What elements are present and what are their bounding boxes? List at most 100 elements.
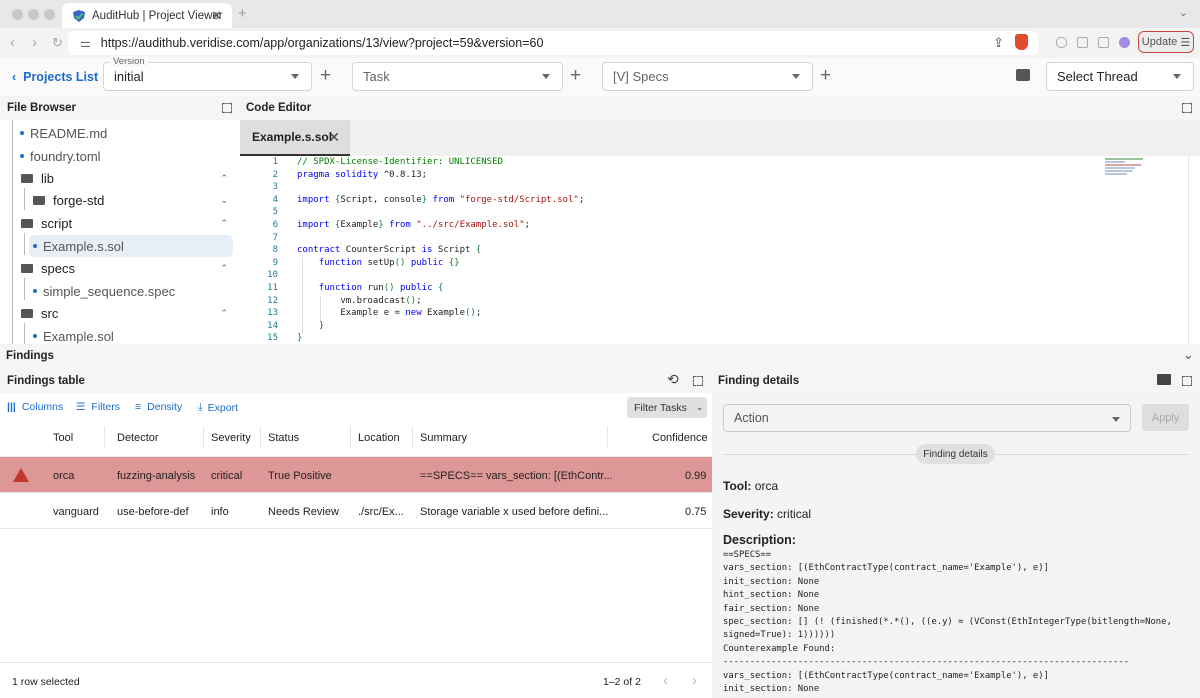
filters-label: Filters: [91, 401, 121, 413]
add-task-button[interactable]: +: [570, 65, 581, 87]
editor-tab[interactable]: Example.s.sol ✕: [240, 120, 350, 156]
columns-button[interactable]: ||| Columns: [7, 401, 63, 413]
chevron-up-icon[interactable]: ⌃: [220, 263, 228, 274]
forward-icon[interactable]: ›: [32, 34, 37, 51]
window-zoom-button[interactable]: [44, 9, 55, 20]
cell-detector: fuzzing-analysis: [117, 470, 196, 482]
projects-list-label: Projects List: [23, 70, 99, 84]
file-name: Example.sol: [43, 328, 114, 344]
fullscreen-icon[interactable]: [1182, 376, 1192, 386]
fullscreen-icon[interactable]: [693, 376, 703, 386]
finding-details-chip: Finding details: [916, 444, 995, 464]
chevron-down-icon[interactable]: ⌄: [220, 195, 228, 206]
editor-scrollbar[interactable]: [1188, 156, 1189, 344]
findings-title: Findings: [6, 350, 54, 362]
selection-count: 1 row selected: [12, 676, 80, 688]
column-header-detector[interactable]: Detector: [117, 432, 159, 444]
filter-tasks-button[interactable]: Filter Tasks ⌄: [627, 397, 707, 418]
export-button[interactable]: ⤓ Export: [198, 401, 238, 414]
chevron-up-icon[interactable]: ⌃: [220, 308, 228, 319]
folder-item[interactable]: specs ⌃: [0, 257, 240, 279]
chevron-up-icon[interactable]: ⌃: [220, 173, 228, 184]
file-item[interactable]: Example.sol: [0, 325, 240, 344]
tab-list-chevron-icon[interactable]: ⌄: [1179, 6, 1188, 19]
filters-button[interactable]: ☰ Filters: [76, 401, 120, 413]
file-item[interactable]: simple_sequence.spec: [0, 280, 240, 302]
density-button[interactable]: ≡ Density: [135, 401, 182, 413]
file-item[interactable]: README.md: [0, 122, 240, 144]
editor-tab-label: Example.s.sol: [252, 130, 333, 144]
reload-icon[interactable]: ↻: [52, 35, 63, 51]
extensions-icon[interactable]: [1056, 37, 1067, 48]
folder-item[interactable]: forge-std ⌄: [0, 189, 240, 211]
findings-table-title: Findings table: [7, 375, 85, 387]
apply-button[interactable]: Apply: [1142, 404, 1189, 431]
comments-icon[interactable]: [1157, 374, 1171, 385]
file-item[interactable]: foundry.toml: [0, 145, 240, 167]
chevron-down-icon: [792, 74, 800, 79]
add-version-button[interactable]: +: [320, 65, 331, 87]
cell-severity: critical: [211, 470, 243, 482]
close-tab-icon[interactable]: ✕: [211, 8, 222, 24]
chip-label: Finding details: [923, 448, 988, 460]
chevron-up-icon[interactable]: ⌃: [220, 218, 228, 229]
line-text: import {Script, console} from "forge-std…: [297, 194, 585, 205]
specs-select[interactable]: [V] Specs: [602, 62, 813, 91]
sidebar-icon[interactable]: [1077, 37, 1088, 48]
task-select[interactable]: Task: [352, 62, 563, 91]
folder-item[interactable]: src ⌃: [0, 302, 240, 324]
code-area[interactable]: 1 // SPDX-License-Identifier: UNLICENSED 2…: [240, 156, 1200, 344]
close-icon[interactable]: ✕: [328, 129, 340, 146]
line-number: 10: [267, 270, 278, 281]
chevron-down-icon: [542, 74, 550, 79]
severity-value: critical: [777, 507, 812, 521]
back-icon[interactable]: ‹: [10, 34, 15, 51]
code-line: 3: [240, 182, 1100, 195]
file-name: Example.s.sol: [43, 238, 124, 254]
column-header-status[interactable]: Status: [268, 432, 299, 444]
folder-item[interactable]: script ⌃: [0, 212, 240, 234]
browser-tab[interactable]: AuditHub | Project Viewer ✕: [62, 3, 232, 28]
add-spec-button[interactable]: +: [820, 65, 831, 87]
next-page-icon[interactable]: ›: [692, 672, 697, 689]
folder-icon: [21, 308, 33, 318]
minimap[interactable]: [1105, 158, 1150, 178]
brave-shield-icon[interactable]: [1015, 34, 1028, 50]
folder-icon: [21, 173, 33, 183]
cell-status: True Positive: [268, 470, 332, 482]
column-header-confidence[interactable]: Confidence: [652, 432, 708, 444]
fullscreen-icon[interactable]: [1182, 103, 1192, 113]
history-icon[interactable]: ⟲: [667, 371, 679, 388]
leo-ai-icon[interactable]: [1119, 37, 1130, 48]
site-settings-icon[interactable]: ⚌: [80, 36, 91, 50]
url-bar[interactable]: ⚌ https://audithub.veridise.com/app/orga…: [68, 31, 1038, 55]
chevron-down-icon: [1112, 417, 1120, 422]
projects-list-link[interactable]: ‹ Projects List: [12, 70, 98, 84]
window-minimize-button[interactable]: [28, 9, 39, 20]
collapse-chevron-icon[interactable]: ⌄: [1183, 347, 1194, 363]
column-header-location[interactable]: Location: [358, 432, 400, 444]
comment-icon[interactable]: [1016, 69, 1030, 81]
folder-name: script: [41, 215, 73, 231]
file-item-selected[interactable]: Example.s.sol: [29, 235, 233, 257]
share-icon[interactable]: ⇪: [993, 35, 1004, 51]
action-select[interactable]: Action: [723, 404, 1131, 432]
prev-page-icon[interactable]: ‹: [663, 672, 668, 689]
code-editor-title: Code Editor: [246, 102, 312, 114]
line-number: 3: [272, 182, 278, 193]
code-line: 7: [240, 233, 1100, 246]
fullscreen-icon[interactable]: [222, 103, 232, 113]
thread-select[interactable]: Select Thread: [1046, 62, 1194, 91]
folder-item[interactable]: lib ⌃: [0, 167, 240, 189]
file-icon: [33, 289, 37, 293]
line-text: Example e = new Example();: [297, 308, 482, 319]
code-line: 14 }: [240, 321, 1100, 334]
line-number: 12: [267, 295, 278, 306]
update-button[interactable]: Update ☰: [1138, 31, 1194, 53]
column-header-severity[interactable]: Severity: [211, 432, 251, 444]
wallet-icon[interactable]: [1098, 37, 1109, 48]
column-header-tool[interactable]: Tool: [53, 432, 73, 444]
window-close-button[interactable]: [12, 9, 23, 20]
column-header-summary[interactable]: Summary: [420, 432, 467, 444]
new-tab-icon[interactable]: +: [238, 5, 247, 22]
